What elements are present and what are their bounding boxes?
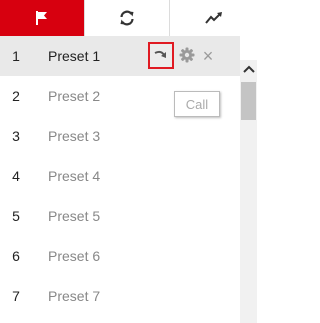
preset-row[interactable]: 5 Preset 5 xyxy=(0,196,240,236)
scroll-thumb[interactable] xyxy=(241,82,256,120)
preset-number: 5 xyxy=(12,208,20,224)
close-icon: × xyxy=(202,46,214,66)
preset-name: Preset 7 xyxy=(48,288,101,304)
preset-actions: × xyxy=(148,36,240,76)
flag-icon xyxy=(34,10,50,26)
call-arrow-icon xyxy=(154,48,168,64)
preset-name: Preset 4 xyxy=(48,168,101,184)
preset-number: 3 xyxy=(12,128,20,144)
tab-pattern[interactable] xyxy=(170,0,257,36)
preset-row[interactable]: 4 Preset 4 xyxy=(0,156,240,196)
preset-number: 7 xyxy=(12,288,20,304)
call-tooltip: Call xyxy=(174,91,220,117)
trend-icon xyxy=(204,11,223,25)
scroll-up-button[interactable] xyxy=(240,60,257,78)
preset-number: 4 xyxy=(12,168,20,184)
preset-number: 2 xyxy=(12,88,20,104)
set-preset-button[interactable] xyxy=(178,47,196,65)
tab-bar xyxy=(0,0,257,36)
preset-name: Preset 1 xyxy=(48,48,101,64)
preset-row[interactable]: 6 Preset 6 xyxy=(0,236,240,276)
preset-name: Preset 5 xyxy=(48,208,101,224)
tab-patrol[interactable] xyxy=(85,0,170,36)
scrollbar[interactable] xyxy=(240,60,257,323)
preset-name: Preset 6 xyxy=(48,248,101,264)
delete-preset-button[interactable]: × xyxy=(200,46,216,66)
call-preset-button[interactable] xyxy=(148,42,174,69)
chevron-up-icon xyxy=(242,60,255,78)
preset-number: 6 xyxy=(12,248,20,264)
preset-name: Preset 3 xyxy=(48,128,101,144)
preset-row[interactable]: 7 Preset 7 xyxy=(0,276,240,316)
preset-row[interactable]: 3 Preset 3 xyxy=(0,116,240,156)
preset-number: 1 xyxy=(12,48,20,64)
preset-list: 1 Preset 1 × 2 Preset 2 3 Preset 3 4 Pre… xyxy=(0,36,240,316)
preset-row[interactable]: 1 Preset 1 × xyxy=(0,36,240,76)
refresh-icon xyxy=(118,9,136,27)
tab-preset[interactable] xyxy=(0,0,85,36)
gear-icon xyxy=(179,47,195,66)
preset-name: Preset 2 xyxy=(48,88,101,104)
